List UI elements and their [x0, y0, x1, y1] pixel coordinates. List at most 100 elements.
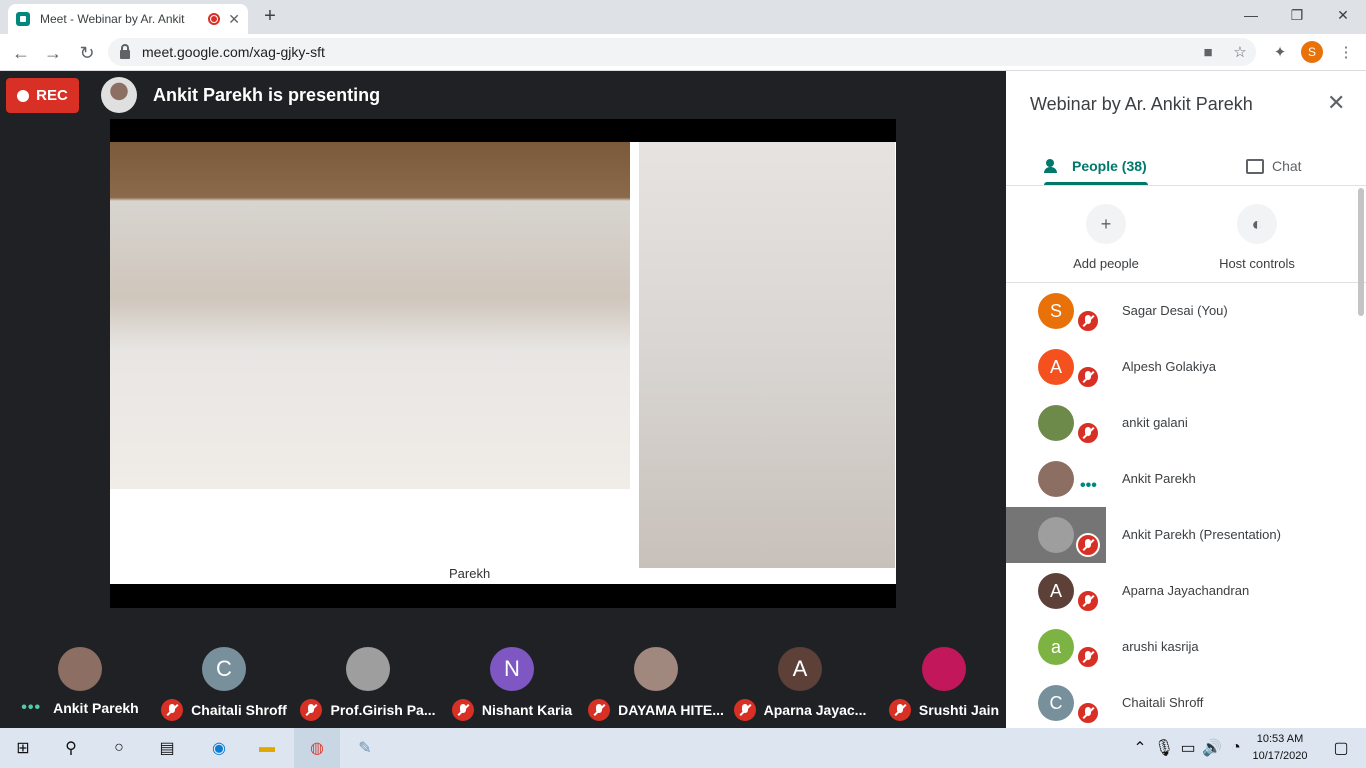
mic-off-icon	[888, 699, 911, 721]
avatar-cell: A	[1006, 563, 1106, 619]
participant-tile[interactable]: Srushti Jain	[872, 610, 1016, 728]
person-name: Aparna Jayachandran	[1122, 583, 1250, 598]
tab-chat[interactable]: Chat	[1246, 146, 1302, 186]
close-window-button[interactable]: ✕	[1320, 0, 1366, 30]
system-clock[interactable]: 10:53 AM 10/17/2020	[1248, 731, 1312, 765]
meet-favicon-icon	[16, 12, 30, 26]
add-people-button[interactable]: + Add people	[1031, 204, 1181, 271]
tab-people-label: People (38)	[1072, 158, 1147, 174]
person-name: Alpesh Golakiya	[1122, 359, 1216, 374]
show-hidden-icons[interactable]: ⌃	[1128, 728, 1152, 768]
divider	[1006, 185, 1366, 186]
participant-avatar: A	[778, 647, 822, 691]
volume-icon[interactable]: 🔊	[1200, 728, 1224, 768]
people-list-item[interactable]: C Chaitali Shroff	[1006, 675, 1360, 731]
participant-name-row: Srushti Jain	[872, 699, 1016, 721]
participant-name: DAYAMA HITE...	[618, 702, 724, 718]
participant-avatar	[58, 647, 102, 691]
close-panel-icon[interactable]: ✕	[1327, 90, 1345, 116]
avatar: S	[1038, 293, 1074, 329]
reload-icon[interactable]: ↻	[74, 40, 100, 66]
mic-off-icon	[451, 699, 474, 721]
participant-name: Aparna Jayac...	[763, 702, 867, 718]
task-view-icon[interactable]: ▤	[144, 728, 190, 768]
avatar: A	[1038, 573, 1074, 609]
avatar: C	[1038, 685, 1074, 721]
participant-name: Ankit Parekh	[53, 700, 139, 716]
camera-icon[interactable]: ■	[1197, 42, 1219, 64]
browser-toolbar: ← → ↻ meet.google.com/xag-gjky-sft ■ ☆ ✦…	[0, 34, 1366, 71]
star-icon[interactable]: ☆	[1229, 42, 1251, 64]
chrome-icon[interactable]: ◍	[294, 728, 340, 768]
participant-name: Nishant Karia	[481, 702, 573, 718]
windows-start-icon[interactable]: ⊞	[0, 728, 46, 768]
people-list-item[interactable]: ••• Ankit Parekh	[1006, 451, 1360, 507]
extensions-icon[interactable]: ✦	[1269, 42, 1291, 64]
notifications-icon[interactable]: ▢	[1318, 728, 1364, 768]
forward-icon[interactable]: →	[40, 40, 66, 66]
address-bar[interactable]: meet.google.com/xag-gjky-sft	[108, 38, 1256, 66]
bedroom-photo-right	[639, 142, 895, 568]
new-tab-button[interactable]: +	[258, 4, 282, 28]
mic-off-icon	[161, 699, 184, 721]
url-text: meet.google.com/xag-gjky-sft	[142, 44, 325, 60]
back-icon[interactable]: ←	[8, 40, 34, 66]
avatar	[1038, 461, 1074, 497]
battery-icon[interactable]: ▭	[1176, 728, 1200, 768]
participant-avatar: N	[490, 647, 534, 691]
avatar-cell	[1006, 395, 1106, 451]
close-tab-icon[interactable]: ✕	[228, 11, 240, 28]
paint-icon[interactable]: ✎	[342, 728, 388, 768]
edge-icon[interactable]: ◉	[196, 728, 242, 768]
participant-avatar	[634, 647, 678, 691]
panel-title: Webinar by Ar. Ankit Parekh	[1030, 94, 1253, 114]
chat-icon	[1246, 158, 1264, 174]
search-icon[interactable]: ⚲	[48, 728, 94, 768]
cortana-icon[interactable]: ○	[96, 728, 142, 768]
network-icon[interactable]: ◔	[1224, 728, 1248, 768]
microphone-tray-icon[interactable]: 🎙	[1152, 728, 1176, 768]
restore-button[interactable]: ❐	[1274, 0, 1320, 30]
participant-tile[interactable]: A Aparna Jayac...	[728, 610, 872, 728]
people-list-item[interactable]: Ankit Parekh (Presentation)	[1006, 507, 1360, 563]
avatar-cell: •••	[1006, 451, 1106, 507]
participant-name: Prof.Girish Pa...	[330, 702, 436, 718]
participant-tile[interactable]: N Nishant Karia	[440, 610, 584, 728]
people-list-item[interactable]: A Aparna Jayachandran	[1006, 563, 1360, 619]
people-list-item[interactable]: A Alpesh Golakiya	[1006, 339, 1360, 395]
participant-tile[interactable]: DAYAMA HITE...	[584, 610, 728, 728]
participant-tile[interactable]: C Chaitali Shroff	[152, 610, 296, 728]
avatar: a	[1038, 629, 1074, 665]
file-explorer-icon[interactable]: ▬	[244, 728, 290, 768]
people-list-item[interactable]: a arushi kasrija	[1006, 619, 1360, 675]
participant-tile[interactable]: ••• Ankit Parekh	[8, 610, 152, 728]
avatar	[1038, 405, 1074, 441]
lock-icon	[120, 43, 130, 59]
tab-people[interactable]: People (38)	[1044, 146, 1148, 186]
participant-tile[interactable]: Prof.Girish Pa...	[296, 610, 440, 728]
people-scrollbar[interactable]	[1358, 188, 1364, 316]
people-list-item[interactable]: S Sagar Desai (You)	[1006, 283, 1360, 339]
mic-off-icon	[733, 699, 756, 721]
participant-name-row: Nishant Karia	[440, 699, 584, 721]
participant-avatar: C	[202, 647, 246, 691]
participant-name-row: ••• Ankit Parekh	[8, 699, 152, 717]
menu-icon[interactable]: ⋮	[1335, 42, 1357, 64]
person-name: Ankit Parekh (Presentation)	[1122, 527, 1281, 542]
minimize-button[interactable]: —	[1228, 0, 1274, 30]
avatar-cell: C	[1006, 675, 1106, 731]
mic-off-icon	[1076, 533, 1100, 557]
profile-avatar[interactable]: S	[1301, 41, 1323, 63]
participant-name-row: Chaitali Shroff	[152, 699, 296, 721]
rec-label: REC	[36, 87, 68, 104]
mic-off-icon	[1076, 701, 1100, 725]
mic-off-icon	[1076, 589, 1100, 613]
recording-badge: REC	[6, 78, 79, 113]
people-list-item[interactable]: ankit galani	[1006, 395, 1360, 451]
participant-avatar	[922, 647, 966, 691]
bedroom-photo-left	[110, 142, 630, 489]
host-controls-button[interactable]: ◐ Host controls	[1182, 204, 1332, 271]
mic-off-icon	[300, 699, 323, 721]
mic-off-icon	[1076, 421, 1100, 445]
browser-tab[interactable]: Meet - Webinar by Ar. Ankit ✕	[8, 4, 248, 34]
